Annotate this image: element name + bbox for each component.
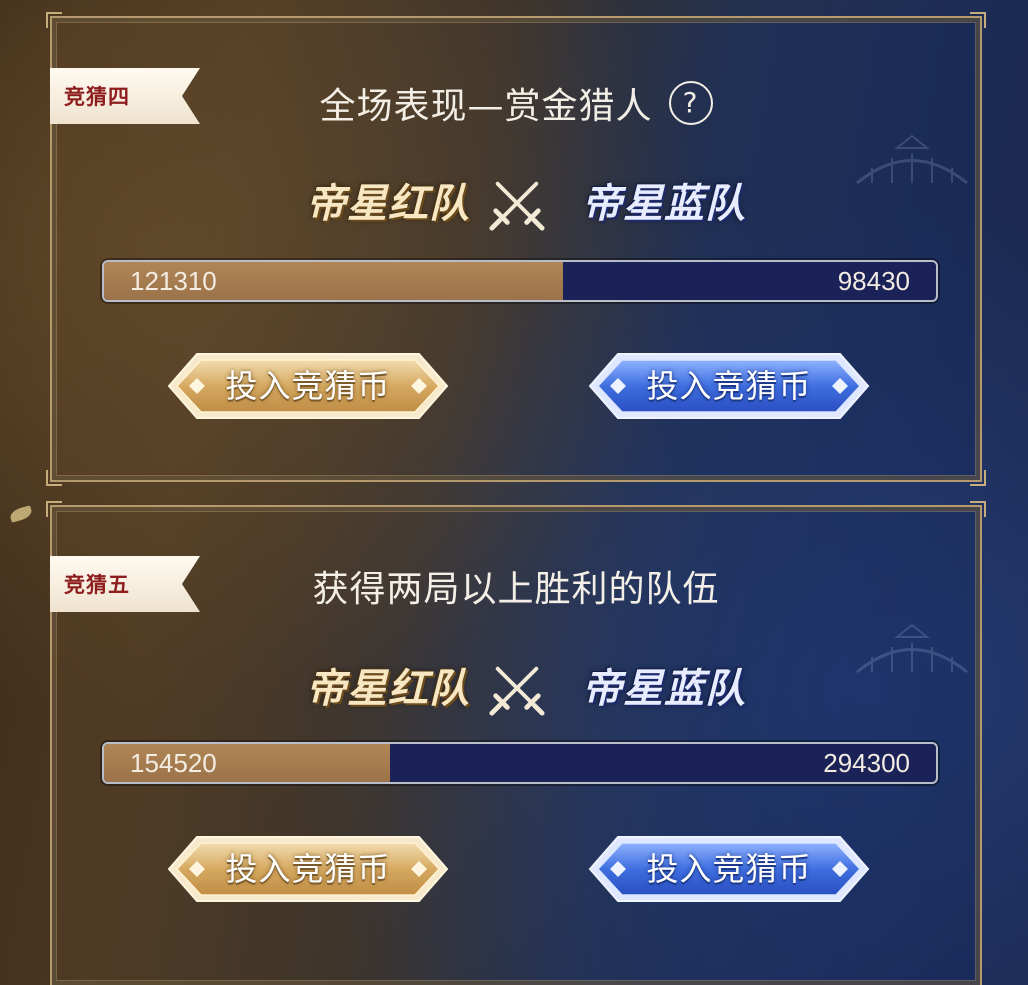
- team-red-label: 帝星红队: [306, 666, 470, 712]
- bet-blue-button-label: 投入竞猜币: [646, 850, 812, 888]
- red-amount: 121310: [130, 266, 217, 296]
- corner-ornament: [46, 470, 62, 486]
- help-icon[interactable]: ?: [668, 81, 713, 125]
- blue-amount: 98430: [837, 266, 910, 296]
- corner-ornament: [46, 12, 62, 28]
- crossed-swords-icon: [489, 181, 545, 231]
- bet-ratio-bar: 121310 98430: [102, 260, 938, 302]
- corner-ornament: [970, 12, 986, 28]
- bet-blue-button[interactable]: 投入竞猜币: [588, 350, 870, 422]
- bet-red-button[interactable]: 投入竞猜币: [167, 350, 449, 422]
- bet-red-button[interactable]: 投入竞猜币: [167, 833, 449, 905]
- bet-title-text: 全场表现—赏金猎人: [319, 86, 653, 127]
- bet-title: 全场表现—赏金猎人 ?: [52, 78, 980, 128]
- bet-blue-button-label: 投入竞猜币: [646, 367, 812, 405]
- crossed-swords-icon: [489, 666, 545, 716]
- bet-title: 获得两局以上胜利的队伍: [52, 559, 980, 613]
- team-blue-label: 帝星蓝队: [582, 666, 746, 712]
- red-amount: 154520: [130, 748, 217, 778]
- bet-title-text: 获得两局以上胜利的队伍: [312, 569, 720, 610]
- teams-row: 帝星红队 帝星蓝队: [52, 659, 980, 719]
- bet-card-5: 竞猜五 获得两局以上胜利的队伍 帝星红队 帝星蓝队 154520 294300: [46, 501, 986, 985]
- blue-amount: 294300: [823, 748, 910, 778]
- team-red-label: 帝星红队: [306, 181, 470, 227]
- team-blue-label: 帝星蓝队: [582, 181, 746, 227]
- leaf-ornament: [8, 505, 34, 523]
- bet-card-4: 竞猜四 全场表现—赏金猎人 ? 帝星红队 帝星蓝队 121310 98430 投…: [46, 12, 986, 486]
- bet-red-button-label: 投入竞猜币: [225, 367, 391, 405]
- corner-ornament: [970, 470, 986, 486]
- bet-red-button-label: 投入竞猜币: [225, 850, 391, 888]
- corner-ornament: [970, 501, 986, 517]
- bet-ratio-bar: 154520 294300: [102, 742, 938, 784]
- bet-blue-button[interactable]: 投入竞猜币: [588, 833, 870, 905]
- corner-ornament: [46, 501, 62, 517]
- teams-row: 帝星红队 帝星蓝队: [52, 174, 980, 234]
